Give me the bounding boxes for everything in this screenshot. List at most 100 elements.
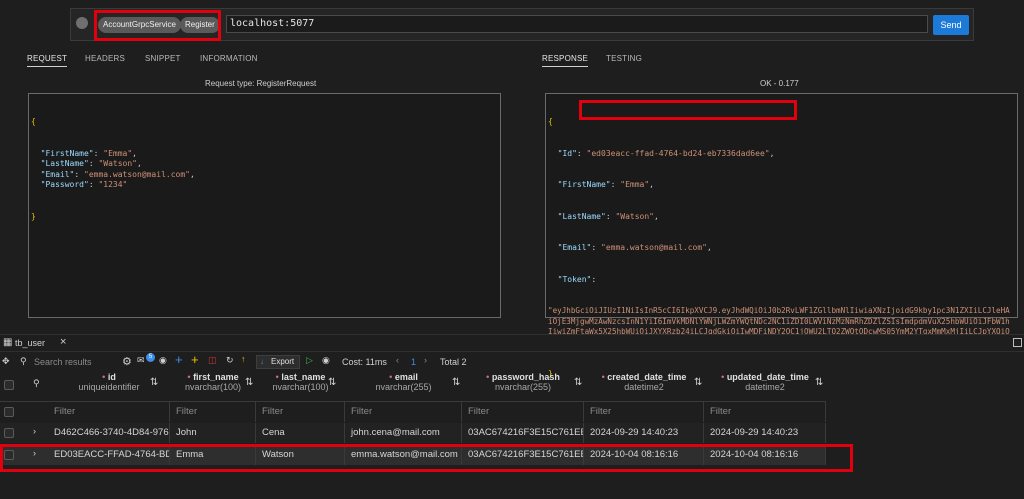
export-button[interactable]: ↓ Export (256, 355, 300, 369)
search-icon[interactable]: ⚲ (33, 378, 40, 389)
json-key: "LastName" (557, 211, 606, 221)
total-count: Total 2 (440, 357, 467, 367)
panel-toggle-icon[interactable] (1013, 338, 1022, 347)
json-separator: , (132, 148, 137, 158)
sort-icon[interactable]: ⇅ (694, 377, 702, 388)
json-value: "1234" (98, 180, 128, 189)
filter-cell[interactable]: Filter (584, 402, 704, 422)
filter-cell[interactable]: Filter (704, 402, 826, 422)
search-results-input[interactable]: Search results (34, 357, 92, 367)
delete-icon[interactable]: ◫ (208, 355, 217, 366)
column-name: updated_date_time (726, 372, 809, 382)
column-header-created-date-time[interactable]: • created_date_time datetime2 (584, 372, 704, 402)
refresh-icon[interactable]: ↻ (226, 355, 234, 366)
table-cell[interactable]: Cena (256, 423, 345, 443)
filter-cell[interactable]: Filter (256, 402, 345, 422)
column-type: datetime2 (624, 382, 664, 392)
tab-response[interactable]: RESPONSE (542, 54, 589, 67)
column-type: nvarchar(255) (494, 382, 552, 392)
table-row[interactable]: › D462C466-3740-4D84-976F John Cena john.cen… (0, 423, 826, 443)
page-number[interactable]: 1 (411, 357, 416, 367)
table-cell[interactable]: D462C466-3740-4D84-976F (48, 423, 170, 443)
json-value: "Emma" (620, 180, 650, 189)
table-cell[interactable]: 2024-09-29 14:40:23 (584, 423, 704, 443)
cost-label: Cost: 11ms (342, 357, 387, 367)
download-icon: ↓ (260, 357, 264, 366)
row-checkbox[interactable] (4, 407, 14, 417)
sort-icon[interactable]: ⇅ (245, 377, 253, 388)
column-name: id (107, 372, 116, 382)
expand-icon[interactable]: › (33, 426, 36, 436)
filter-cell[interactable]: Filter (345, 402, 462, 422)
tab-testing[interactable]: TESTING (606, 54, 642, 63)
select-all-checkbox[interactable] (4, 380, 14, 390)
table-cell[interactable]: 03AC674216F3E15C761EE1A (462, 423, 584, 443)
filter-cell[interactable]: Filter (462, 402, 584, 422)
json-key: "Email" (40, 169, 75, 179)
json-open-brace: { (31, 117, 36, 126)
json-key: "Email" (557, 243, 592, 252)
sort-icon[interactable]: ⇅ (328, 377, 336, 388)
json-line: "Password": "1234" (40, 180, 128, 189)
column-name: created_date_time (607, 372, 687, 382)
table-tab-label[interactable]: tb_user (15, 338, 45, 348)
request-json: { "FirstName": "Emma", "LastName": "Wats… (31, 96, 195, 233)
json-close-brace: } (31, 211, 36, 221)
notification-badge: 5 (146, 353, 155, 362)
upload-icon[interactable]: ↑ (241, 354, 246, 364)
column-header-first-name[interactable]: • first_name nvarchar(100) (170, 372, 256, 402)
json-separator: , (136, 159, 142, 168)
sort-icon[interactable]: ⇅ (574, 377, 582, 388)
next-page-icon[interactable]: › (424, 355, 427, 365)
table-cell[interactable]: John (170, 423, 256, 443)
add-column-icon[interactable]: + (191, 352, 199, 367)
json-value: "emma.watson@mail.com" (601, 243, 707, 252)
table-cell[interactable]: john.cena@mail.com (345, 423, 462, 443)
eye-icon[interactable]: ◉ (322, 355, 330, 366)
json-line-token: "Token": (557, 274, 597, 284)
column-type: nvarchar(255) (375, 382, 432, 392)
json-line: "LastName": "Watson", (40, 159, 142, 168)
row-checkbox[interactable] (4, 428, 14, 438)
json-line-email: "Email": "emma.watson@mail.com", (557, 243, 712, 252)
column-header-password-hash[interactable]: • password_hash nvarchar(255) (462, 372, 584, 402)
move-icon[interactable]: ✥ (2, 356, 10, 367)
results-tabbar (0, 334, 1024, 352)
column-type: nvarchar(100) (184, 382, 242, 392)
tab-snippet[interactable]: SNIPPET (145, 54, 181, 63)
filter-cell[interactable]: Filter (48, 402, 170, 422)
column-header-updated-date-time[interactable]: • updated_date_time datetime2 (704, 372, 826, 402)
close-icon[interactable]: × (60, 336, 66, 348)
prev-page-icon[interactable]: ‹ (396, 355, 399, 365)
run-icon[interactable]: ▷ (306, 355, 313, 366)
gear-icon[interactable]: ⚙ (122, 355, 132, 368)
json-value: "emma.watson@mail.com" (84, 169, 190, 179)
column-name: first_name (193, 372, 239, 382)
sort-icon[interactable]: ⇅ (815, 377, 823, 388)
url-input[interactable]: localhost:5077 (226, 15, 928, 33)
json-value-id: "ed03eacc-ffad-4764-bd24-eb7336dad6ee" (586, 148, 770, 158)
json-key: "LastName" (40, 159, 89, 168)
filter-row[interactable]: Filter Filter Filter Filter Filter Filter Filt… (0, 402, 826, 422)
highlight-box-id (579, 100, 797, 120)
column-type: datetime2 (745, 382, 785, 392)
column-header-email[interactable]: • email nvarchar(255) (345, 372, 462, 402)
tab-request[interactable]: REQUEST (27, 54, 68, 67)
json-value: "Watson" (98, 159, 137, 168)
json-key: "FirstName" (40, 148, 94, 158)
sort-icon[interactable]: ⇅ (150, 377, 158, 388)
filter-cell[interactable]: Filter (170, 402, 256, 422)
tab-headers[interactable]: HEADERS (85, 54, 125, 63)
json-separator: , (189, 169, 195, 179)
sort-icon[interactable]: ⇅ (452, 377, 460, 388)
json-value: "Emma" (103, 148, 133, 158)
json-key: "Token" (557, 274, 592, 284)
tab-information[interactable]: INFORMATION (200, 54, 258, 63)
github-icon[interactable]: ◉ (159, 355, 167, 366)
column-name: password_hash (491, 372, 560, 382)
json-line: "FirstName": "Emma", (40, 148, 137, 158)
mail-icon[interactable]: ✉ (137, 355, 145, 366)
send-button[interactable]: Send (933, 15, 969, 35)
table-cell[interactable]: 2024-09-29 14:40:23 (704, 423, 826, 443)
add-row-icon[interactable]: + (175, 352, 183, 367)
